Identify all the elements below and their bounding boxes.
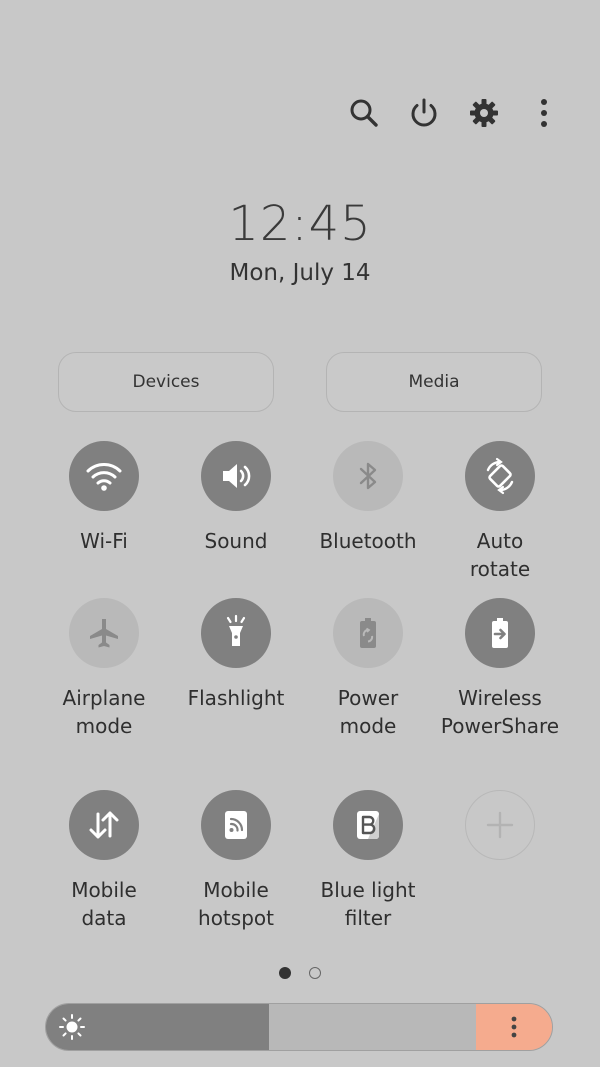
- settings-icon: [470, 99, 498, 127]
- tile-mobile-data-label: Mobile data: [71, 878, 137, 930]
- power-button[interactable]: [404, 90, 444, 136]
- power-mode-icon: [360, 618, 376, 648]
- tile-power-mode-label: Power mode: [337, 686, 399, 738]
- blue-light-filter-icon: [357, 811, 379, 839]
- tile-wifi-circle[interactable]: [69, 441, 139, 511]
- add-icon: [486, 811, 514, 839]
- sound-icon: [223, 464, 251, 488]
- tile-add-circle[interactable]: [465, 790, 535, 860]
- tile-wifi[interactable]: Wi-Fi: [38, 441, 170, 555]
- media-button[interactable]: Media: [326, 352, 542, 412]
- tile-power-mode[interactable]: Power mode: [302, 598, 434, 740]
- page-indicator: [0, 967, 600, 979]
- mobile-data-icon: [89, 811, 119, 839]
- hotspot-icon: [225, 811, 247, 839]
- tile-mobile-data[interactable]: Mobile data: [38, 790, 170, 932]
- tile-wireless-powershare-label: Wireless PowerShare: [440, 686, 560, 738]
- devices-button[interactable]: Devices: [58, 352, 274, 412]
- tile-blue-light-filter-label: Blue light filter: [320, 878, 416, 930]
- more-options-button[interactable]: [524, 90, 564, 136]
- settings-button[interactable]: [464, 90, 504, 136]
- more-vertical-icon: [541, 99, 547, 127]
- tile-auto-rotate[interactable]: Auto rotate: [434, 441, 566, 583]
- tile-wireless-powershare-circle[interactable]: [465, 598, 535, 668]
- tile-bluetooth-label: Bluetooth: [319, 529, 417, 553]
- search-icon: [350, 99, 378, 127]
- header-toolbar: [344, 90, 564, 136]
- tile-sound-label: Sound: [204, 529, 268, 553]
- search-button[interactable]: [344, 90, 384, 136]
- tile-mobile-hotspot-circle[interactable]: [201, 790, 271, 860]
- power-icon: [411, 98, 437, 127]
- brightness-slider[interactable]: [45, 1003, 553, 1051]
- date-text[interactable]: Mon, July 14: [0, 260, 600, 286]
- wireless-powershare-icon: [492, 618, 508, 648]
- airplane-icon: [90, 619, 118, 648]
- tile-add[interactable]: [434, 790, 566, 860]
- tile-sound[interactable]: Sound: [170, 441, 302, 555]
- tile-airplane-mode-circle[interactable]: [69, 598, 139, 668]
- tile-blue-light-filter-circle[interactable]: [333, 790, 403, 860]
- tile-blue-light-filter[interactable]: Blue light filter: [302, 790, 434, 932]
- tile-mobile-hotspot[interactable]: Mobile hotspot: [170, 790, 302, 932]
- tile-mobile-data-circle[interactable]: [69, 790, 139, 860]
- tile-flashlight[interactable]: Flashlight: [170, 598, 302, 712]
- bluetooth-icon: [359, 462, 377, 490]
- tile-airplane-mode[interactable]: Airplane mode: [38, 598, 170, 740]
- tile-auto-rotate-circle[interactable]: [465, 441, 535, 511]
- tile-auto-rotate-label: Auto rotate: [469, 529, 531, 581]
- flashlight-icon: [226, 614, 246, 646]
- clock-time[interactable]: 12:45: [0, 196, 600, 252]
- brightness-sun-icon: [59, 1014, 85, 1040]
- tile-mobile-hotspot-label: Mobile hotspot: [198, 878, 274, 930]
- more-vertical-icon: [511, 1016, 517, 1038]
- tile-bluetooth[interactable]: Bluetooth: [302, 441, 434, 555]
- page-dot-2[interactable]: [309, 967, 321, 979]
- tile-bluetooth-circle[interactable]: [333, 441, 403, 511]
- panel-buttons: Devices Media: [58, 352, 542, 412]
- tile-wireless-powershare[interactable]: Wireless PowerShare: [434, 598, 566, 740]
- tile-sound-circle[interactable]: [201, 441, 271, 511]
- auto-rotate-icon: [486, 457, 514, 495]
- brightness-options-button[interactable]: [476, 1004, 552, 1050]
- tile-airplane-mode-label: Airplane mode: [62, 686, 146, 738]
- page-dot-1[interactable]: [279, 967, 291, 979]
- tile-flashlight-circle[interactable]: [201, 598, 271, 668]
- wifi-icon: [86, 463, 122, 491]
- tile-power-mode-circle[interactable]: [333, 598, 403, 668]
- tile-flashlight-label: Flashlight: [187, 686, 285, 710]
- tile-wifi-label: Wi-Fi: [80, 529, 128, 553]
